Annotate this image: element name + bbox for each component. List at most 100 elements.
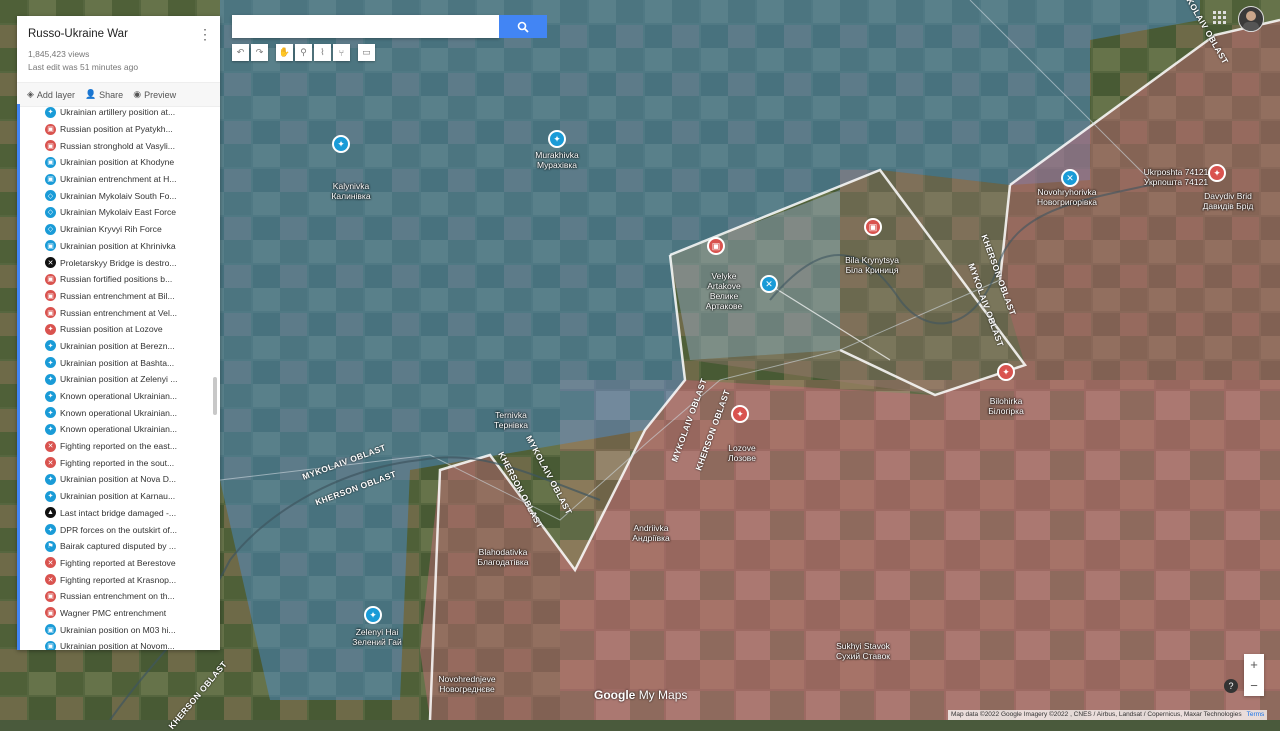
layer-item[interactable]: ✕ Fighting reported at Krasnop... bbox=[17, 571, 220, 588]
soldier-icon: ✦ bbox=[45, 340, 56, 352]
draw-line-icon[interactable]: ⌇ bbox=[314, 44, 331, 61]
soldier-icon[interactable]: ✦ bbox=[332, 135, 350, 153]
place-label: Ukrposhta 74121 Укрпошта 74121 bbox=[1143, 167, 1209, 187]
layer-item[interactable]: ✦ Known operational Ukrainian... bbox=[17, 388, 220, 405]
fort-icon[interactable]: ▣ bbox=[707, 237, 725, 255]
layer-item[interactable]: ✦ Ukrainian position at Karnau... bbox=[17, 488, 220, 505]
fort-icon[interactable]: ▣ bbox=[864, 218, 882, 236]
zoom-control: + − bbox=[1244, 654, 1264, 696]
layer-item[interactable]: ✦ Ukrainian artillery position at... bbox=[17, 104, 220, 121]
eye-icon: ◉ bbox=[133, 89, 142, 99]
layer-item[interactable]: ▣ Russian position at Pyatykh... bbox=[17, 121, 220, 138]
layer-item[interactable]: ✦ Ukrainian position at Nova D... bbox=[17, 471, 220, 488]
place-label: Bila Krynytsya Біла Криниця bbox=[845, 255, 899, 275]
swords-icon[interactable]: ✕ bbox=[760, 275, 778, 293]
search-input[interactable] bbox=[232, 15, 499, 38]
layer-item[interactable]: ✦ DPR forces on the outskirt of... bbox=[17, 521, 220, 538]
layer-item[interactable]: ▣ Russian stronghold at Vasyli... bbox=[17, 137, 220, 154]
layer-item-label: Last intact bridge damaged -... bbox=[60, 507, 177, 518]
swords-icon[interactable]: ✕ bbox=[1061, 169, 1079, 187]
layer-item[interactable]: ▣ Ukrainian entrenchment at H... bbox=[17, 171, 220, 188]
fort-icon: ▣ bbox=[45, 123, 56, 135]
avatar[interactable] bbox=[1238, 6, 1264, 32]
layer-item-label: Ukrainian position on M03 hi... bbox=[60, 624, 176, 635]
layer-item[interactable]: ⚑ Bairak captured disputed by ... bbox=[17, 538, 220, 555]
layer-item[interactable]: ▣ Russian fortified positions b... bbox=[17, 271, 220, 288]
legend-panel: Russo-Ukraine War 1,845,423 views Last e… bbox=[17, 16, 220, 650]
layers-icon: ◈ bbox=[27, 89, 34, 99]
layer-item[interactable]: ▣ Wagner PMC entrenchment bbox=[17, 605, 220, 622]
layer-item[interactable]: ✦ Russian position at Lozove bbox=[17, 321, 220, 338]
layer-list[interactable]: ✦ Ukrainian artillery position at... ▣ Russ… bbox=[17, 104, 220, 650]
fort-icon: ▣ bbox=[45, 640, 56, 650]
add-layer-button[interactable]: ◈ Add layer bbox=[27, 89, 75, 100]
layer-item[interactable]: ▣ Russian entrenchment at Bil... bbox=[17, 288, 220, 305]
apps-grid-icon[interactable] bbox=[1213, 11, 1227, 25]
share-button[interactable]: 👤 Share bbox=[85, 89, 123, 100]
google-my-maps-logo: Google My Maps bbox=[594, 688, 688, 702]
layer-item-label: Russian entrenchment on th... bbox=[60, 591, 175, 602]
place-label: Novohryhorivka Новогригорівка bbox=[1037, 187, 1097, 207]
layer-item-label: Fighting reported at Berestove bbox=[60, 557, 176, 568]
redo-icon[interactable]: ↷ bbox=[251, 44, 268, 61]
layer-item[interactable]: ▣ Russian entrenchment at Vel... bbox=[17, 304, 220, 321]
layer-item[interactable]: ▣ Ukrainian position at Novom... bbox=[17, 638, 220, 650]
layer-item[interactable]: ▣ Ukrainian position on M03 hi... bbox=[17, 621, 220, 638]
layer-item[interactable]: ✕ Fighting reported in the sout... bbox=[17, 454, 220, 471]
layer-item[interactable]: ✕ Proletarskyy Bridge is destro... bbox=[17, 254, 220, 271]
fort-icon: ▣ bbox=[45, 607, 56, 619]
layer-item-label: Wagner PMC entrenchment bbox=[60, 607, 167, 618]
layer-item[interactable]: ◇ Ukrainian Kryvyi Rih Force bbox=[17, 221, 220, 238]
layer-item[interactable]: ✕ Fighting reported at Berestove bbox=[17, 555, 220, 572]
zoom-in-button[interactable]: + bbox=[1244, 654, 1264, 675]
layer-item-label: Ukrainian position at Zelenyi ... bbox=[60, 374, 178, 385]
marker-icon[interactable]: ⚲ bbox=[295, 44, 312, 61]
hand-icon[interactable]: ✋ bbox=[276, 44, 293, 61]
help-icon[interactable]: ? bbox=[1224, 679, 1238, 693]
more-options-icon[interactable]: ⋮ bbox=[198, 26, 212, 43]
layer-item[interactable]: ✦ Known operational Ukrainian... bbox=[17, 404, 220, 421]
layer-item[interactable]: ✦ Ukrainian position at Berezn... bbox=[17, 338, 220, 355]
artillery-icon: ✦ bbox=[45, 407, 56, 419]
layer-item[interactable]: ✦ Ukrainian position at Bashta... bbox=[17, 354, 220, 371]
layer-item-label: Ukrainian Mykolaiv East Force bbox=[60, 207, 177, 218]
zoom-out-button[interactable]: − bbox=[1244, 675, 1264, 696]
layer-item[interactable]: ▲ Last intact bridge damaged -... bbox=[17, 505, 220, 522]
soldier-icon: ✦ bbox=[45, 490, 56, 502]
preview-button[interactable]: ◉ Preview bbox=[133, 89, 176, 100]
layer-item[interactable]: ▣ Russian entrenchment on th... bbox=[17, 588, 220, 605]
place-label: Murakhivka Мурахівка bbox=[535, 150, 579, 170]
layer-item[interactable]: ◇ Ukrainian Mykolaiv South Fo... bbox=[17, 187, 220, 204]
soldier-icon[interactable]: ✦ bbox=[364, 606, 382, 624]
swords-icon: ✕ bbox=[45, 457, 56, 469]
layer-item-label: Ukrainian position at Khrinivka bbox=[60, 240, 176, 251]
soldier-icon[interactable]: ✦ bbox=[548, 130, 566, 148]
artillery-icon: ✦ bbox=[45, 390, 56, 402]
map-title[interactable]: Russo-Ukraine War bbox=[28, 28, 209, 40]
soldier-icon: ✦ bbox=[45, 373, 56, 385]
layer-item[interactable]: ◇ Ukrainian Mykolaiv East Force bbox=[17, 204, 220, 221]
search-button[interactable] bbox=[499, 15, 547, 38]
undo-icon[interactable]: ↶ bbox=[232, 44, 249, 61]
layer-item[interactable]: ✕ Fighting reported on the east... bbox=[17, 438, 220, 455]
directions-icon[interactable]: ⑂ bbox=[333, 44, 350, 61]
terms-link[interactable]: Terms bbox=[1247, 711, 1265, 718]
map-toolbar: ↶ ↷ ✋ ⚲ ⌇ ⑂ ▭ bbox=[232, 44, 375, 61]
layer-item[interactable]: ▣ Ukrainian position at Khodyne bbox=[17, 154, 220, 171]
scrollbar-thumb[interactable] bbox=[213, 377, 217, 415]
layer-item[interactable]: ✦ Ukrainian position at Zelenyi ... bbox=[17, 371, 220, 388]
soldier-icon[interactable]: ✦ bbox=[1208, 164, 1226, 182]
layer-item-label: Ukrainian position at Bashta... bbox=[60, 357, 175, 368]
fort-icon: ▣ bbox=[45, 307, 56, 319]
layer-item[interactable]: ▣ Ukrainian position at Khrinivka bbox=[17, 238, 220, 255]
warning-icon: ▲ bbox=[45, 507, 56, 519]
layer-item[interactable]: ✦ Known operational Ukrainian... bbox=[17, 421, 220, 438]
soldier-icon[interactable]: ✦ bbox=[997, 363, 1015, 381]
last-edit: Last edit was 51 minutes ago bbox=[28, 62, 139, 72]
layer-item-label: Ukrainian artillery position at... bbox=[60, 107, 176, 118]
swords-icon: ✕ bbox=[45, 574, 56, 586]
artillery-icon: ✦ bbox=[45, 106, 56, 118]
place-label: Davydiv Brid Давидів Брід bbox=[1202, 191, 1254, 211]
soldier-icon[interactable]: ✦ bbox=[731, 405, 749, 423]
ruler-icon[interactable]: ▭ bbox=[358, 44, 375, 61]
